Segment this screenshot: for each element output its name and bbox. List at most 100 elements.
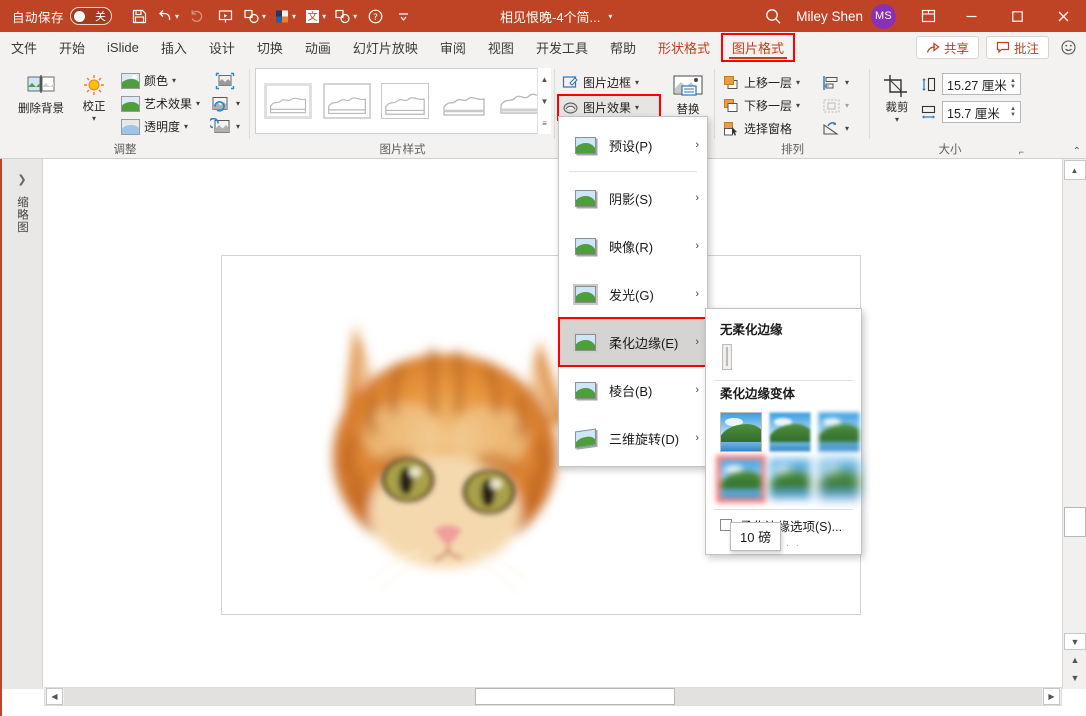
group-dropdown-caret[interactable]: ▾ <box>845 101 849 110</box>
picture-effects-dropdown-caret[interactable]: ▾ <box>635 103 639 112</box>
autosave-control[interactable]: 自动保存 关 <box>12 7 113 26</box>
tab-picture-format[interactable]: 图片格式 <box>720 33 795 62</box>
tab-view[interactable]: 视图 <box>477 32 525 63</box>
artistic-effects-button[interactable]: 艺术效果 ▾ <box>118 92 200 115</box>
slide-canvas[interactable] <box>44 159 1062 689</box>
remove-background-button[interactable]: 删除背景 <box>8 69 74 116</box>
rotate-dropdown-caret[interactable]: ▾ <box>845 124 849 133</box>
gallery-scroll-controls[interactable]: ▲ ▼ ≡ <box>537 68 551 134</box>
compress-pictures-button[interactable] <box>203 69 247 92</box>
soft-edge-variant[interactable] <box>720 412 762 452</box>
minimize-button[interactable] <box>948 0 994 32</box>
transparency-button[interactable]: 透明度 ▾ <box>118 115 200 138</box>
undo-dropdown-caret[interactable]: ▾ <box>175 12 179 21</box>
share-button[interactable]: 共享 <box>915 36 979 59</box>
picture-style-item[interactable] <box>379 79 433 123</box>
menu-item-bevel[interactable]: 棱台(B) › <box>559 366 707 414</box>
send-backward-dropdown-caret[interactable]: ▾ <box>796 101 800 110</box>
tab-insert[interactable]: 插入 <box>150 32 198 63</box>
color-palette-icon[interactable]: ▾ <box>271 3 299 29</box>
color-dropdown-caret[interactable]: ▾ <box>292 12 296 21</box>
tab-transitions[interactable]: 切换 <box>246 32 294 63</box>
tab-design[interactable]: 设计 <box>198 32 246 63</box>
dialog-launcher-icon[interactable]: ⌐ <box>1019 147 1024 157</box>
menu-item-preset[interactable]: 预设(P) › <box>559 121 707 169</box>
shape-width-input[interactable]: 15.7 厘米 ▲ ▼ <box>942 101 1021 123</box>
soft-edge-variant[interactable] <box>818 412 860 452</box>
tab-home[interactable]: 开始 <box>48 32 96 63</box>
horizontal-scroll-thumb[interactable] <box>474 688 675 705</box>
shape-dropdown-caret[interactable]: ▾ <box>262 12 266 21</box>
vertical-scroll-thumb[interactable] <box>1064 507 1086 537</box>
reset-picture-dropdown-caret[interactable]: ▾ <box>236 122 240 131</box>
color-button[interactable]: 颜色 ▾ <box>118 69 200 92</box>
undo-icon[interactable]: ▾ <box>154 3 182 29</box>
scroll-down-button[interactable]: ▼ <box>1064 633 1086 650</box>
search-icon[interactable] <box>750 7 796 26</box>
align-button[interactable]: ▾ <box>819 71 865 94</box>
change-picture-button[interactable]: ▾ <box>203 92 247 115</box>
menu-item-soft-edges[interactable]: 柔化边缘(E) › <box>558 317 708 367</box>
corrections-button[interactable]: 校正 ▾ <box>72 69 116 123</box>
shape-icon[interactable]: ▾ <box>240 3 269 29</box>
shape2-icon[interactable]: ▾ <box>331 3 360 29</box>
picture-style-item[interactable] <box>261 79 315 123</box>
gallery-scroll-down[interactable]: ▼ <box>541 97 549 106</box>
group-button[interactable]: ▾ <box>819 94 865 117</box>
send-backward-button[interactable]: 下移一层 ▾ <box>720 94 816 117</box>
picture-styles-gallery[interactable] <box>255 68 551 134</box>
color-dropdown-caret[interactable]: ▾ <box>172 76 176 85</box>
crop-dropdown-caret[interactable]: ▾ <box>895 115 899 124</box>
picture-style-item[interactable] <box>437 79 491 123</box>
rotate-button[interactable]: ▾ <box>819 117 865 140</box>
align-dropdown-caret[interactable]: ▾ <box>845 78 849 87</box>
title-dropdown-caret[interactable]: ▾ <box>608 12 612 21</box>
picture-layout-button[interactable]: 替换 <box>665 69 711 117</box>
tab-shape-format[interactable]: 形状格式 <box>647 32 721 63</box>
help-icon[interactable]: ? <box>362 3 388 29</box>
picture-style-item[interactable] <box>320 79 374 123</box>
soft-edge-variant[interactable] <box>769 459 811 499</box>
collapse-ribbon-icon[interactable]: ⌃ <box>1073 146 1081 157</box>
scroll-up-button[interactable]: ▲ <box>1063 160 1086 180</box>
shape2-dropdown-caret[interactable]: ▾ <box>353 12 357 21</box>
tab-file[interactable]: 文件 <box>0 32 48 63</box>
redo-icon[interactable] <box>184 3 210 29</box>
crop-button[interactable]: 裁剪 ▾ <box>876 69 918 124</box>
close-button[interactable] <box>1040 0 1086 32</box>
scroll-right-button[interactable]: ▶ <box>1043 688 1060 705</box>
avatar[interactable]: MS <box>871 3 896 29</box>
picture-border-dropdown-caret[interactable]: ▾ <box>635 78 639 87</box>
start-presentation-icon[interactable] <box>212 3 238 29</box>
smiley-icon[interactable] <box>1056 39 1080 56</box>
soft-edge-variant[interactable] <box>818 459 860 499</box>
no-soft-edges-option[interactable] <box>706 344 861 378</box>
ime-dropdown-caret[interactable]: ▾ <box>322 12 326 21</box>
soft-edge-variant-selected[interactable] <box>717 456 765 502</box>
corrections-dropdown-caret[interactable]: ▾ <box>92 114 96 123</box>
selection-pane-button[interactable]: 选择窗格 <box>720 117 816 140</box>
bring-forward-button[interactable]: 上移一层 ▾ <box>720 71 816 94</box>
next-slide-button[interactable]: ▼ <box>1064 669 1086 686</box>
save-icon[interactable] <box>126 3 152 29</box>
artistic-effects-dropdown-caret[interactable]: ▾ <box>196 99 200 108</box>
horizontal-scrollbar[interactable]: ◀ ▶ <box>44 687 1062 706</box>
user-name[interactable]: Miley Shen <box>796 9 863 24</box>
vertical-scrollbar[interactable]: ▲ ▼ ▲ ▼ <box>1062 159 1086 689</box>
tab-review[interactable]: 审阅 <box>429 32 477 63</box>
maximize-button[interactable] <box>994 0 1040 32</box>
picture-border-button[interactable]: 图片边框 ▾ <box>559 71 659 94</box>
bring-forward-dropdown-caret[interactable]: ▾ <box>796 78 800 87</box>
chinese-input-icon[interactable]: 文 ▾ <box>301 3 329 29</box>
menu-item-reflection[interactable]: 映像(R) › <box>559 222 707 270</box>
gallery-more-button[interactable]: ≡ <box>542 119 547 128</box>
horizontal-scroll-track[interactable] <box>64 688 1042 705</box>
menu-item-shadow[interactable]: 阴影(S) › <box>559 174 707 222</box>
thumbnail-pane[interactable]: ❯ 缩略图 <box>2 159 43 689</box>
document-title-area[interactable]: 相见恨晚-4个简... ▾ <box>500 0 612 32</box>
shape-width-stepper[interactable]: ▲ ▼ <box>1010 106 1016 118</box>
transparency-dropdown-caret[interactable]: ▾ <box>184 122 188 131</box>
previous-slide-button[interactable]: ▲ <box>1064 651 1086 668</box>
reset-picture-button[interactable]: ▾ <box>203 115 247 138</box>
comment-button[interactable]: 批注 <box>985 36 1049 59</box>
